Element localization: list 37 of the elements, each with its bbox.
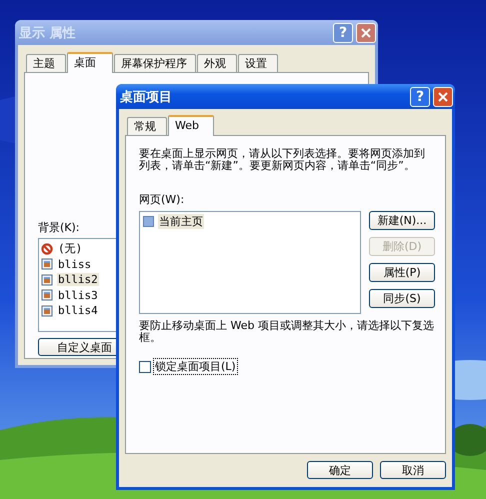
side-button[interactable]: 新建(N)... bbox=[369, 211, 435, 230]
tab[interactable]: 常规 bbox=[127, 117, 167, 135]
image-file-icon bbox=[41, 274, 53, 286]
tab[interactable]: 屏幕保护程序 bbox=[114, 54, 196, 72]
description-text: 要在桌面上显示网页，请从以下列表选择。要将网页添加到列表，请单击“新建”。要更新网页内容，请单击“同步”。 bbox=[139, 148, 426, 172]
help-button[interactable]: ? bbox=[410, 86, 430, 106]
image-file-icon bbox=[41, 304, 53, 317]
image-file-icon bbox=[41, 258, 53, 270]
window-title: 显示 属性 bbox=[19, 24, 76, 42]
no-entry-icon bbox=[41, 242, 53, 255]
list-label: 网页(W): bbox=[139, 192, 184, 207]
list-label: 背景(K): bbox=[38, 220, 80, 235]
checkbox[interactable] bbox=[139, 360, 151, 372]
list-item[interactable]: bliss bbox=[57, 258, 92, 271]
tab[interactable]: 桌面 bbox=[67, 52, 113, 73]
dialog-button[interactable]: 确定 bbox=[307, 461, 373, 479]
list-item[interactable]: (无) bbox=[57, 241, 84, 256]
tab[interactable]: 主题 bbox=[26, 54, 66, 72]
list-item[interactable]: bllis3 bbox=[57, 288, 99, 302]
close-icon bbox=[438, 92, 448, 102]
image-file-icon bbox=[41, 289, 53, 302]
tab[interactable]: 外观 bbox=[197, 54, 237, 72]
close-icon bbox=[361, 28, 371, 38]
tab[interactable]: 设置 bbox=[238, 54, 278, 72]
side-button[interactable]: 属性(P) bbox=[369, 263, 435, 282]
dialog-button[interactable]: 取消 bbox=[380, 461, 446, 479]
window-title: 桌面项目 bbox=[120, 88, 172, 106]
page-icon bbox=[143, 216, 154, 228]
list-item[interactable]: bllis4 bbox=[57, 304, 99, 318]
list-item[interactable]: bllis2 bbox=[57, 273, 99, 286]
tab[interactable]: Web bbox=[168, 115, 214, 136]
close-button[interactable] bbox=[433, 86, 453, 106]
checkbox-label[interactable]: 锁定桌面项目(L) bbox=[153, 358, 238, 375]
web-page-list[interactable]: 当前主页 bbox=[139, 211, 361, 314]
side-button[interactable]: 同步(S) bbox=[369, 289, 435, 308]
list-item[interactable]: 当前主页 bbox=[158, 214, 204, 230]
close-button[interactable] bbox=[356, 22, 376, 42]
